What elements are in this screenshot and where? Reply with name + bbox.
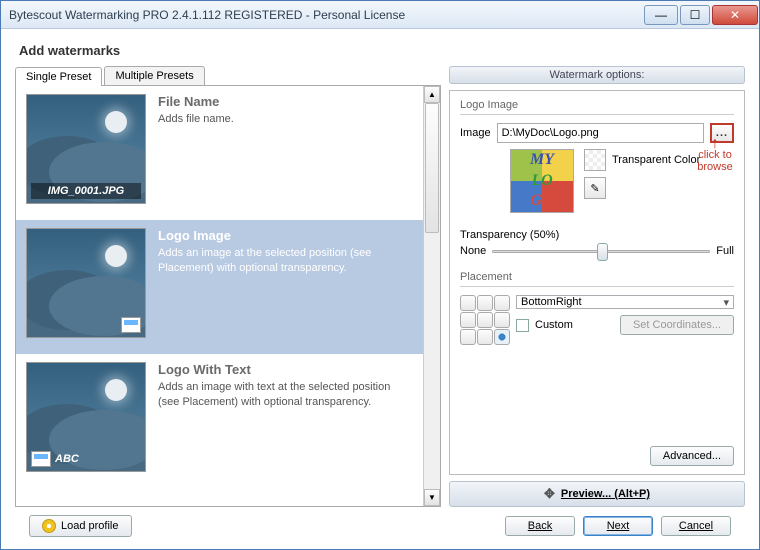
browse-annotation: ↑ click to browse <box>688 139 742 173</box>
app-window: Bytescout Watermarking PRO 2.4.1.112 REG… <box>0 0 760 550</box>
preset-thumbnail: IMG_0001.JPG <box>26 94 146 204</box>
set-coordinates-button: Set Coordinates... <box>620 315 734 335</box>
preset-title: File Name <box>158 94 413 109</box>
close-button[interactable]: ✕ <box>712 5 758 25</box>
load-profile-label: Load profile <box>61 520 119 532</box>
logo-line-3: GO <box>511 191 573 212</box>
transparency-row: None Full <box>460 241 734 261</box>
thumb-caption: IMG_0001.JPG <box>31 183 141 199</box>
preset-thumbnail: ABC <box>26 362 146 472</box>
placement-section-label: Placement <box>460 271 734 283</box>
minimize-button[interactable]: — <box>644 5 678 25</box>
preset-desc: Adds file name. <box>158 112 413 127</box>
image-label: Image <box>460 127 491 139</box>
cancel-button[interactable]: Cancel <box>661 516 731 536</box>
placement-bottom-center[interactable] <box>477 329 493 345</box>
back-button[interactable]: Back <box>505 516 575 536</box>
tab-single-preset[interactable]: Single Preset <box>15 67 102 86</box>
options-body: Logo Image Image ... MY LO GO <box>449 90 745 475</box>
options-header: Watermark options: <box>449 66 745 84</box>
placement-select[interactable]: BottomRight <box>516 295 734 309</box>
placement-bottom-left[interactable] <box>460 329 476 345</box>
page-title: Add watermarks <box>19 43 745 58</box>
load-profile-button[interactable]: Load profile <box>29 515 132 537</box>
preview-label: Preview... (Alt+P) <box>561 488 650 500</box>
right-column: Watermark options: Logo Image Image ... … <box>449 66 745 507</box>
placement-top-center[interactable] <box>477 295 493 311</box>
placement-row: BottomRight Custom Set Coordinates... <box>460 295 734 345</box>
preset-text: File Name Adds file name. <box>158 94 413 204</box>
preset-item-file-name[interactable]: IMG_0001.JPG File Name Adds file name. <box>16 86 423 220</box>
placement-bottom-right[interactable] <box>494 329 510 345</box>
scroll-down-button[interactable]: ▼ <box>424 489 440 506</box>
logo-line-2: LO <box>511 171 573 192</box>
preset-title: Logo Image <box>158 228 413 243</box>
preset-desc: Adds an image with text at the selected … <box>158 380 413 410</box>
tab-multiple-presets[interactable]: Multiple Presets <box>104 66 204 85</box>
placement-select-value: BottomRight <box>521 296 582 308</box>
preset-tabs: Single Preset Multiple Presets <box>15 66 441 86</box>
annotation-text: click to browse <box>688 149 742 173</box>
transparency-min-label: None <box>460 245 486 257</box>
window-title: Bytescout Watermarking PRO 2.4.1.112 REG… <box>9 8 643 22</box>
scroll-thumb[interactable] <box>425 103 439 233</box>
content-area: Add watermarks Single Preset Multiple Pr… <box>1 29 759 549</box>
arrow-up-icon: ↑ <box>688 139 742 149</box>
placement-middle-left[interactable] <box>460 312 476 328</box>
slider-thumb[interactable] <box>597 243 608 261</box>
placement-grid <box>460 295 510 345</box>
window-controls: — ☐ ✕ <box>643 5 759 25</box>
transparency-max-label: Full <box>716 245 734 257</box>
transparency-label: Transparency (50%) <box>460 229 734 241</box>
image-path-input[interactable] <box>497 123 704 143</box>
body-row: Single Preset Multiple Presets IMG_0001.… <box>15 66 745 507</box>
placement-middle-center[interactable] <box>477 312 493 328</box>
preset-thumbnail <box>26 228 146 338</box>
eyedropper-icon: ✎ <box>590 182 599 195</box>
placement-top-left[interactable] <box>460 295 476 311</box>
thumb-badge-text: ABC <box>55 453 79 465</box>
placement-top-right[interactable] <box>494 295 510 311</box>
preset-item-logo-image[interactable]: Logo Image Adds an image at the selected… <box>16 220 423 354</box>
disk-icon <box>42 519 56 533</box>
custom-label: Custom <box>535 319 573 331</box>
custom-checkbox[interactable] <box>516 319 529 332</box>
footer: Load profile Back Next Cancel <box>15 507 745 549</box>
preset-title: Logo With Text <box>158 362 413 377</box>
preset-pane: IMG_0001.JPG File Name Adds file name. <box>15 85 441 507</box>
scroll-track[interactable] <box>424 103 440 489</box>
preview-button[interactable]: ✥ Preview... (Alt+P) <box>449 481 745 507</box>
logo-image-section-label: Logo Image <box>460 99 734 111</box>
move-icon: ✥ <box>544 486 555 502</box>
advanced-button[interactable]: Advanced... <box>650 446 734 466</box>
preset-desc: Adds an image at the selected position (… <box>158 246 413 276</box>
preset-list: IMG_0001.JPG File Name Adds file name. <box>16 86 423 506</box>
transparent-color-label: Transparent Color <box>612 154 700 166</box>
transparency-slider[interactable] <box>492 241 710 261</box>
preset-item-logo-with-text[interactable]: ABC Logo With Text Adds an image with te… <box>16 354 423 488</box>
logo-line-1: MY <box>511 150 573 171</box>
preset-scrollbar[interactable]: ▲ ▼ <box>423 86 440 506</box>
maximize-button[interactable]: ☐ <box>680 5 710 25</box>
color-picker-button[interactable]: ✎ <box>584 177 606 199</box>
next-button[interactable]: Next <box>583 516 653 536</box>
transparent-color-swatch[interactable] <box>584 149 606 171</box>
scroll-up-button[interactable]: ▲ <box>424 86 440 103</box>
image-icon <box>121 317 141 333</box>
titlebar: Bytescout Watermarking PRO 2.4.1.112 REG… <box>1 1 759 29</box>
left-column: Single Preset Multiple Presets IMG_0001.… <box>15 66 441 507</box>
preset-text: Logo Image Adds an image at the selected… <box>158 228 413 338</box>
image-text-icon: ABC <box>31 451 141 467</box>
logo-preview: MY LO GO <box>510 149 574 213</box>
placement-middle-right[interactable] <box>494 312 510 328</box>
preset-text: Logo With Text Adds an image with text a… <box>158 362 413 472</box>
